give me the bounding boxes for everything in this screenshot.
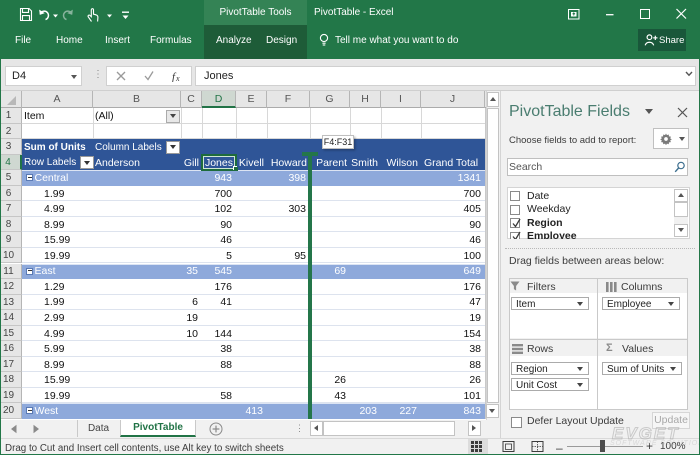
svg-text:x: x — [175, 74, 180, 82]
